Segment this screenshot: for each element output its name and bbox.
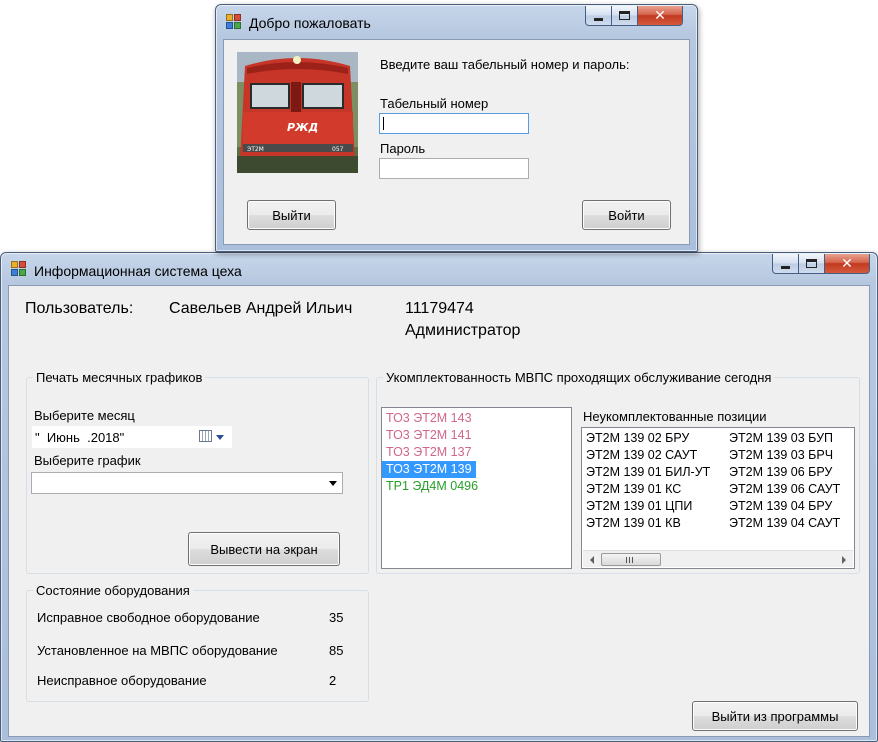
employee-number-input[interactable] — [379, 113, 529, 134]
horizontal-scrollbar[interactable] — [583, 550, 853, 567]
minimize-button[interactable] — [772, 254, 799, 274]
trains-listbox[interactable]: ТО3 ЭТ2М 143 ТО3 ЭТ2М 141 ТО3 ЭТ2М 137 Т… — [381, 407, 572, 569]
show-on-screen-button[interactable]: Вывести на экран — [188, 532, 340, 566]
exit-program-button[interactable]: Выйти из программы — [692, 701, 858, 731]
train-list-item[interactable]: ТО3 ЭТ2М 141 — [382, 427, 571, 444]
equipment-row-label: Исправное свободное оборудование — [37, 610, 260, 625]
month-date-value: " Июнь .2018" — [35, 430, 125, 445]
incomplete-position-item[interactable]: ЭТ2М 139 03 БРЧ — [727, 447, 854, 464]
password-input[interactable] — [379, 158, 529, 179]
main-title-bar[interactable]: Информационная система цеха ✕ — [1, 253, 877, 283]
scroll-left-icon[interactable] — [590, 556, 594, 564]
login-window-title: Добро пожаловать — [249, 15, 371, 31]
user-name: Савельев Андрей Ильич — [169, 300, 353, 317]
train-photo: РЖД ЭТ2М 057 — [237, 52, 358, 173]
scroll-right-icon[interactable] — [842, 556, 846, 564]
scroll-thumb[interactable] — [601, 553, 661, 566]
login-window: Добро пожаловать ✕ РЖД ЭТ2М 057 Введите … — [215, 4, 698, 252]
incomplete-position-item[interactable]: ЭТ2М 139 01 БИЛ-УТ — [584, 464, 727, 481]
incomplete-position-item[interactable]: ЭТ2М 139 01 КВ — [584, 515, 727, 532]
minimize-button[interactable] — [585, 6, 612, 26]
train-model-text: ЭТ2М — [247, 146, 264, 153]
chevron-down-icon — [329, 481, 337, 486]
equipment-status-group-title: Состояние оборудования — [33, 583, 193, 598]
train-list-item[interactable]: ТО3 ЭТ2М 137 — [382, 444, 571, 461]
print-schedules-group-title: Печать месячных графиков — [33, 370, 206, 385]
close-button[interactable]: ✕ — [825, 254, 870, 274]
incomplete-position-item[interactable]: ЭТ2М 139 01 ЦПИ — [584, 498, 727, 515]
equipment-row-value: 85 — [329, 643, 344, 658]
month-label: Выберите месяц — [34, 408, 135, 423]
password-label: Пароль — [380, 141, 426, 156]
equipment-row-label: Установленное на МВПС оборудование — [37, 643, 278, 658]
main-client-area: Пользователь: Савельев Андрей Ильич 1117… — [8, 285, 870, 737]
app-icon — [226, 14, 242, 29]
maximize-button[interactable] — [799, 254, 825, 274]
maximize-icon — [619, 11, 630, 20]
print-schedules-group: Печать месячных графиков Выберите месяц … — [26, 370, 369, 574]
close-icon: ✕ — [654, 7, 666, 24]
incomplete-position-item[interactable]: ЭТ2М 139 04 САУТ — [727, 515, 854, 532]
exit-button[interactable]: Выйти — [247, 200, 336, 230]
month-date-picker[interactable]: " Июнь .2018" — [32, 426, 232, 448]
user-role: Администратор — [405, 322, 521, 339]
schedule-combobox[interactable] — [31, 472, 343, 494]
incomplete-position-item[interactable]: ЭТ2М 139 06 САУТ — [727, 481, 854, 498]
incomplete-positions-label: Неукомплектованные позиции — [583, 409, 767, 424]
maximize-button[interactable] — [612, 6, 638, 26]
incomplete-position-item[interactable]: ЭТ2М 139 06 БРУ — [727, 464, 854, 481]
close-icon: ✕ — [841, 255, 853, 272]
maximize-icon — [806, 259, 817, 268]
incomplete-position-item[interactable]: ЭТ2М 139 01 КС — [584, 481, 727, 498]
equipment-status-group: Состояние оборудования Исправное свободн… — [26, 583, 369, 702]
app-icon — [11, 261, 27, 276]
equipment-row-label: Неисправное оборудование — [37, 673, 207, 688]
incomplete-position-item[interactable]: ЭТ2М 139 02 САУТ — [584, 447, 727, 464]
user-employee-number: 11179474 — [405, 300, 474, 317]
incomplete-position-item[interactable]: ЭТ2М 139 03 БУП — [727, 430, 854, 447]
schedule-label: Выберите график — [34, 453, 141, 468]
minimize-icon — [781, 265, 790, 269]
completeness-group-title: Укомплектованность МВПС проходящих обслу… — [383, 370, 775, 385]
train-logo-text: РЖД — [287, 121, 318, 134]
login-prompt: Введите ваш табельный номер и пароль: — [380, 57, 630, 72]
text-caret — [383, 117, 384, 130]
calendar-dropdown-arrow-icon[interactable] — [216, 435, 224, 440]
calendar-icon[interactable] — [199, 430, 212, 442]
main-window: Информационная система цеха ✕ Пользовате… — [0, 252, 878, 742]
minimize-icon — [594, 17, 603, 21]
train-list-item[interactable]: ТО3 ЭТ2М 143 — [382, 410, 571, 427]
equipment-row-value: 2 — [329, 673, 337, 688]
train-list-item[interactable]: ТР1 ЭД4М 0496 — [382, 478, 571, 495]
train-list-item-selected[interactable]: ТО3 ЭТ2М 139 — [382, 461, 476, 478]
user-label: Пользователь: — [25, 300, 134, 317]
close-button[interactable]: ✕ — [638, 6, 683, 26]
incomplete-positions-list[interactable]: ЭТ2М 139 02 БРУ ЭТ2М 139 02 САУТ ЭТ2М 13… — [581, 427, 855, 569]
main-window-title: Информационная система цеха — [34, 263, 242, 279]
login-title-bar[interactable]: Добро пожаловать ✕ — [216, 5, 697, 35]
incomplete-position-item[interactable]: ЭТ2М 139 02 БРУ — [584, 430, 727, 447]
employee-number-label: Табельный номер — [380, 96, 489, 111]
equipment-row-value: 35 — [329, 610, 344, 625]
incomplete-position-item[interactable]: ЭТ2М 139 04 БРУ — [727, 498, 854, 515]
login-client-area: РЖД ЭТ2М 057 Введите ваш табельный номер… — [223, 39, 690, 245]
train-number-text: 057 — [332, 146, 344, 153]
completeness-group: Укомплектованность МВПС проходящих обслу… — [376, 370, 860, 574]
login-button[interactable]: Войти — [582, 200, 671, 230]
